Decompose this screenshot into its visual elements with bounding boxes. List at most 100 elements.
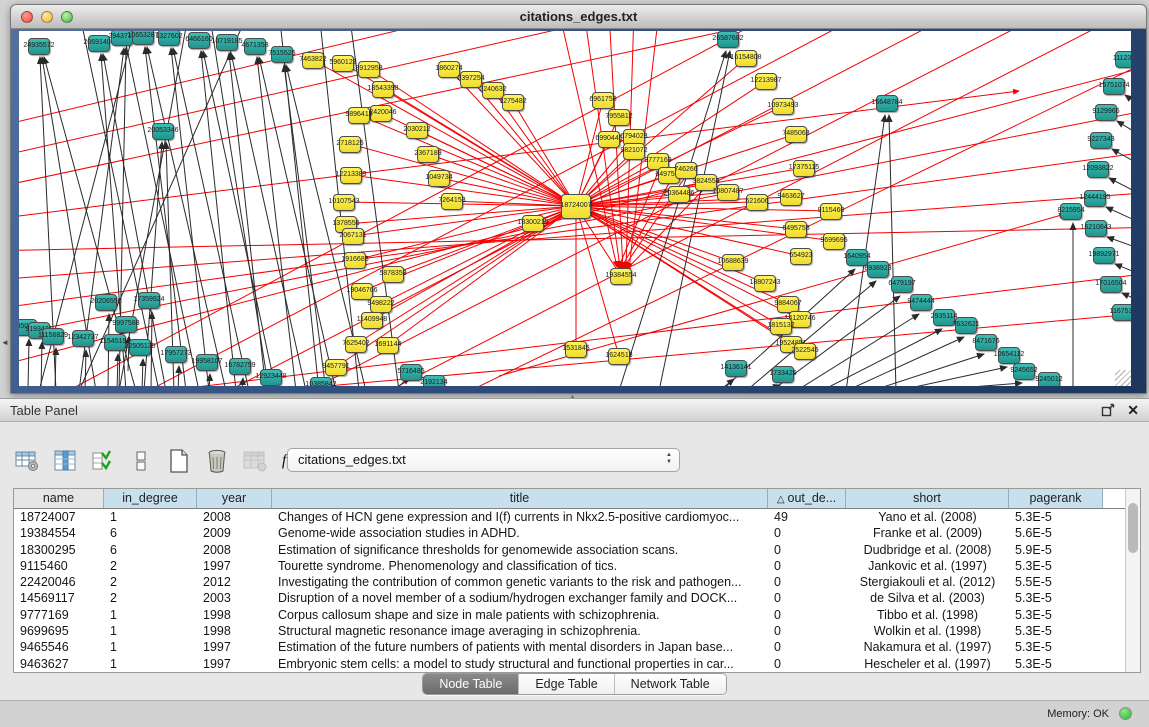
table-row[interactable]: 969969511998Structural magnetic resonanc…: [14, 623, 1125, 639]
table-cell[interactable]: Estimation of the future numbers of pati…: [272, 639, 768, 655]
table-row[interactable]: 946554611997Estimation of the future num…: [14, 639, 1125, 655]
graph-node[interactable]: [333, 194, 355, 211]
table-cell[interactable]: 0: [768, 574, 846, 590]
graph-node[interactable]: [302, 52, 324, 69]
graph-node[interactable]: [370, 296, 392, 313]
table-cell[interactable]: 5.3E-5: [1009, 656, 1103, 672]
graph-node[interactable]: [344, 252, 366, 269]
column-header-pagerank[interactable]: pagerank: [1009, 489, 1103, 508]
table-cell[interactable]: 5.3E-5: [1009, 509, 1103, 525]
tab-network-table[interactable]: Network Table: [615, 674, 726, 694]
graph-node[interactable]: [772, 366, 794, 383]
table-selector-dropdown[interactable]: citations_edges.txt ▲▼: [287, 448, 680, 472]
table-cell[interactable]: 9777169: [14, 607, 104, 623]
graph-node[interactable]: [196, 354, 218, 371]
graph-node[interactable]: [717, 184, 739, 201]
graph-node[interactable]: [1093, 247, 1115, 264]
graph-node[interactable]: [340, 167, 362, 184]
row-height-button[interactable]: [128, 448, 154, 474]
graph-node[interactable]: [260, 369, 282, 386]
graph-node[interactable]: [342, 228, 364, 245]
table-cell[interactable]: 5.3E-5: [1009, 639, 1103, 655]
graph-node[interactable]: [668, 186, 690, 203]
table-cell[interactable]: 0: [768, 590, 846, 606]
column-header-in_degree[interactable]: in_degree: [104, 489, 197, 508]
table-cell[interactable]: 2009: [197, 525, 272, 541]
table-cell[interactable]: 0: [768, 607, 846, 623]
graph-node[interactable]: [561, 194, 591, 219]
table-cell[interactable]: 5.3E-5: [1009, 558, 1103, 574]
graph-node[interactable]: [310, 377, 332, 387]
collapse-left-panel-icon[interactable]: ◄: [1, 338, 9, 347]
scrollbar-thumb[interactable]: [1128, 503, 1138, 553]
table-cell[interactable]: 2003: [197, 590, 272, 606]
graph-node[interactable]: [152, 123, 174, 140]
graph-node[interactable]: [1013, 363, 1035, 380]
table-row[interactable]: 1872400712008Changes of HCN gene express…: [14, 509, 1125, 525]
graph-node[interactable]: [1038, 372, 1060, 387]
table-cell[interactable]: 6: [104, 542, 197, 558]
table-cell[interactable]: 18724007: [14, 509, 104, 525]
table-cell[interactable]: 0: [768, 656, 846, 672]
table-mode-button[interactable]: [14, 448, 40, 474]
table-cell[interactable]: 22420046: [14, 574, 104, 590]
column-header-short[interactable]: short: [846, 489, 1009, 508]
graph-node[interactable]: [610, 268, 632, 285]
column-header-name[interactable]: name: [14, 489, 104, 508]
graph-node[interactable]: [95, 294, 117, 311]
graph-node[interactable]: [138, 292, 160, 309]
graph-node[interactable]: [502, 94, 524, 111]
graph-node[interactable]: [188, 32, 210, 49]
table-cell[interactable]: 1: [104, 623, 197, 639]
table-cell[interactable]: Structural magnetic resonance image aver…: [272, 623, 768, 639]
table-cell[interactable]: Genome-wide association studies in ADHD.: [272, 525, 768, 541]
table-cell[interactable]: 5.3E-5: [1009, 607, 1103, 623]
tab-node-table[interactable]: Node Table: [423, 674, 519, 694]
graph-node[interactable]: [382, 266, 404, 283]
graph-node[interactable]: [132, 31, 154, 45]
graph-node[interactable]: [460, 71, 482, 88]
table-row[interactable]: 977716911998Corpus callosum shape and si…: [14, 607, 1125, 623]
graph-node[interactable]: [332, 55, 354, 72]
graph-node[interactable]: [1115, 51, 1131, 68]
table-cell[interactable]: Tibbo et al. (1998): [846, 607, 1009, 623]
table-cell[interactable]: 1998: [197, 623, 272, 639]
table-cell[interactable]: 2: [104, 558, 197, 574]
float-panel-icon[interactable]: [1101, 403, 1115, 417]
table-cell[interactable]: 5.5E-5: [1009, 574, 1103, 590]
table-cell[interactable]: Hescheler et al. (1997): [846, 656, 1009, 672]
table-cell[interactable]: 1998: [197, 607, 272, 623]
table-cell[interactable]: Yano et al. (2008): [846, 509, 1009, 525]
graph-node[interactable]: [565, 341, 587, 358]
table-cell[interactable]: Franke et al. (2009): [846, 525, 1009, 541]
table-cell[interactable]: Jankovic et al. (1997): [846, 558, 1009, 574]
graph-node[interactable]: [592, 92, 614, 109]
graph-node[interactable]: [725, 360, 747, 377]
table-cell[interactable]: Stergiakouli et al. (2012): [846, 574, 1009, 590]
graph-node[interactable]: [1090, 132, 1112, 149]
canvas-resize-grip[interactable]: [1115, 370, 1131, 386]
table-cell[interactable]: 0: [768, 623, 846, 639]
table-cell[interactable]: Investigating the contribution of common…: [272, 574, 768, 590]
table-cell[interactable]: 2: [104, 574, 197, 590]
graph-node[interactable]: [1095, 104, 1117, 121]
window-titlebar[interactable]: citations_edges.txt: [11, 5, 1146, 29]
graph-node[interactable]: [42, 328, 64, 345]
table-cell[interactable]: de Silva et al. (2003): [846, 590, 1009, 606]
table-cell[interactable]: 2008: [197, 509, 272, 525]
graph-node[interactable]: [361, 312, 383, 329]
graph-node[interactable]: [345, 336, 367, 353]
table-cell[interactable]: Wolkin et al. (1998): [846, 623, 1009, 639]
graph-node[interactable]: [406, 122, 428, 139]
graph-node[interactable]: [111, 31, 133, 46]
graph-node[interactable]: [372, 81, 394, 98]
table-row[interactable]: 1456911722003Disruption of a novel membe…: [14, 590, 1125, 606]
graph-node[interactable]: [675, 162, 697, 179]
graph-node[interactable]: [377, 337, 399, 354]
graph-node[interactable]: [244, 38, 266, 55]
table-cell[interactable]: 5.6E-5: [1009, 525, 1103, 541]
graph-node[interactable]: [789, 311, 811, 328]
table-cell[interactable]: 2012: [197, 574, 272, 590]
graph-node[interactable]: [1085, 220, 1107, 237]
graph-node[interactable]: [891, 276, 913, 293]
